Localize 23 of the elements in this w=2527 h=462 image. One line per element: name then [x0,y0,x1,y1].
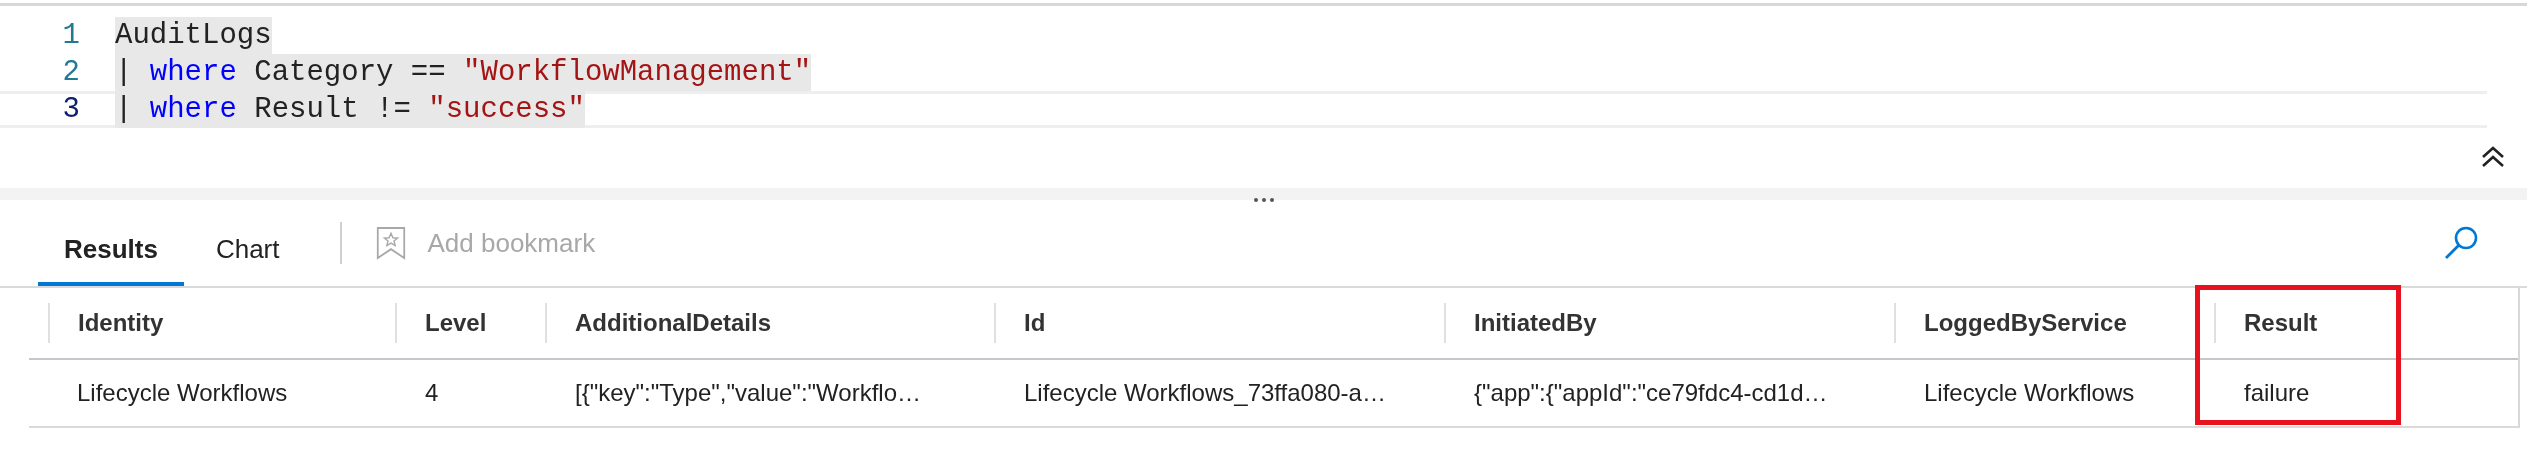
column-header[interactable]: Id [994,303,1444,343]
table-cell-text: [{"key":"Type","value":"Workflo… [574,379,922,407]
line-number: 3 [61,93,81,126]
bookmark-star-icon [375,226,406,260]
collapse-icon[interactable] [2481,146,2505,168]
column-header[interactable]: InitiatedBy [1444,303,1894,343]
table-cell-text: Lifecycle Workflows_73ffa080-a… [1023,379,1387,407]
column-header[interactable]: AdditionalDetails [545,303,994,343]
grip-icon[interactable] [1252,197,1275,203]
column-header[interactable]: Level [395,303,545,343]
column-header[interactable]: Identity [48,303,395,343]
table-cell-text: {"app":{"appId":"ce79fdc4-cd1d… [1473,379,1829,407]
table-cell-text: 4 [424,379,440,407]
column-header[interactable]: Result [2214,303,2518,343]
tab[interactable]: Chart [189,200,306,286]
tab[interactable]: Results [38,200,184,286]
table-cell-text: Lifecycle Workflows [1923,379,2136,407]
search-icon[interactable] [2443,225,2479,261]
column-header[interactable]: LoggedByService [1894,303,2214,343]
table-cell-text: failure [2243,379,2311,407]
line-number: 1 [61,19,81,52]
table-cell-text: Lifecycle Workflows [76,379,289,407]
line-number: 2 [61,56,81,89]
